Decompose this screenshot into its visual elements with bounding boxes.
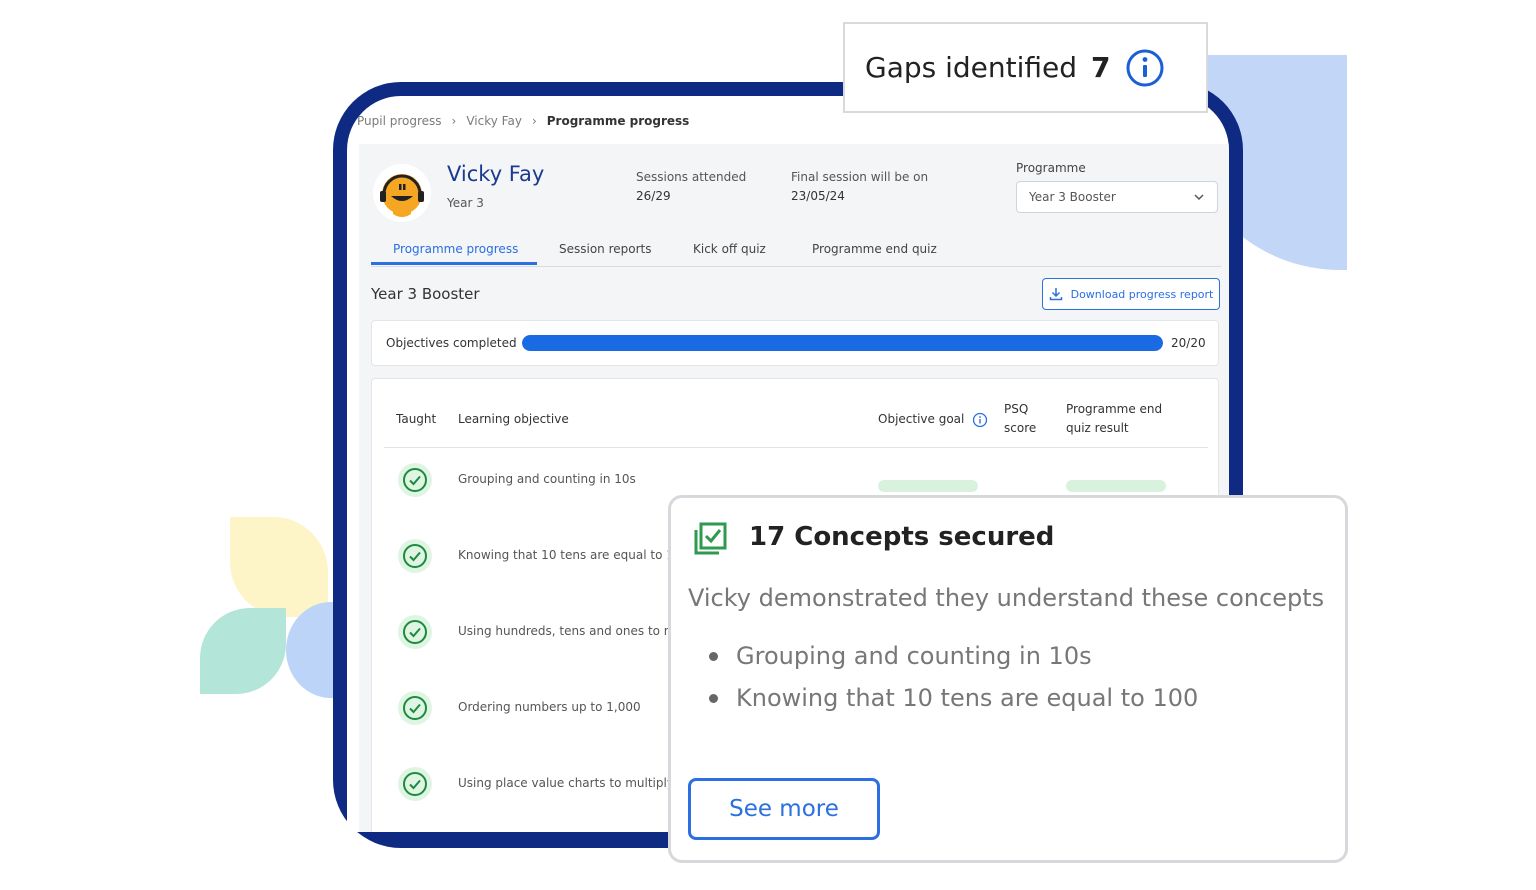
column-header-psq-score: PSQ score: [1004, 400, 1036, 438]
download-report-label: Download progress report: [1070, 287, 1214, 301]
sessions-attended-label: Sessions attended: [636, 170, 747, 184]
check-circle-icon: [398, 767, 432, 801]
concepts-secured-card: 17 Concepts secured Vicky demonstrated t…: [668, 495, 1348, 863]
pupil-year: Year 3: [447, 196, 484, 210]
column-header-learning-objective: Learning objective: [458, 412, 569, 426]
gaps-count: 7: [1091, 51, 1111, 84]
breadcrumb-item-pupil-progress[interactable]: Pupil progress: [357, 114, 442, 128]
concept-item-text: Knowing that 10 tens are equal to 100: [736, 684, 1199, 712]
robot-avatar-icon: [380, 174, 424, 217]
end-quiz-line-2: quiz result: [1066, 421, 1129, 435]
objectives-label: Objectives completed: [386, 336, 517, 350]
objectives-progress: Objectives completed 20/20: [371, 320, 1219, 366]
objectives-progress-bar: [522, 335, 1163, 351]
programme-label: Programme: [1016, 161, 1086, 175]
avatar: [373, 164, 431, 222]
pupil-name: Vicky Fay: [447, 162, 545, 186]
section-title: Year 3 Booster: [371, 285, 480, 303]
decorative-leaf-green: [200, 608, 286, 694]
bullet-icon: [709, 651, 718, 661]
concept-item: Grouping and counting in 10s: [709, 642, 1092, 670]
info-icon[interactable]: [1125, 48, 1165, 88]
chevron-down-icon: [1194, 194, 1204, 201]
check-circle-icon: [398, 463, 432, 497]
tab-session-reports[interactable]: Session reports: [559, 242, 652, 256]
download-report-button[interactable]: Download progress report: [1042, 278, 1220, 310]
decorative-leaf-yellow: [230, 517, 328, 617]
learning-objective-text: Using hundreds, tens and ones to ma: [458, 624, 683, 638]
objectives-progress-fill: [522, 335, 1163, 351]
learning-objective-text: Using place value charts to multiply a: [458, 776, 686, 790]
objectives-count: 20/20: [1171, 336, 1206, 350]
tab-kick-off-quiz[interactable]: Kick off quiz: [693, 242, 766, 256]
breadcrumb-item-pupil[interactable]: Vicky Fay: [466, 114, 522, 128]
learning-objective-text: Grouping and counting in 10s: [458, 472, 636, 486]
concepts-subtitle: Vicky demonstrated they understand these…: [688, 584, 1325, 612]
column-header-taught: Taught: [396, 412, 437, 426]
objective-goal-badge: [878, 480, 978, 492]
column-header-objective-goal: Objective goal: [878, 410, 988, 429]
header-divider: [384, 447, 1208, 448]
programme-selected-value: Year 3 Booster: [1029, 190, 1116, 204]
bullet-icon: [709, 693, 718, 703]
end-quiz-result-badge: [1066, 480, 1166, 492]
info-icon[interactable]: [972, 412, 988, 428]
learning-objective-text: Knowing that 10 tens are equal to 10: [458, 548, 682, 562]
check-circle-icon: [398, 615, 432, 649]
tab-programme-progress[interactable]: Programme progress: [393, 242, 518, 256]
sessions-attended-value: 26/29: [636, 189, 671, 203]
breadcrumb: Pupil progress › Vicky Fay › Programme p…: [357, 114, 689, 128]
see-more-button[interactable]: See more: [688, 778, 880, 840]
concept-item-text: Grouping and counting in 10s: [736, 642, 1092, 670]
psq-line-1: PSQ: [1004, 402, 1029, 416]
final-session-label: Final session will be on: [791, 170, 929, 184]
tab-programme-end-quiz[interactable]: Programme end quiz: [812, 242, 937, 256]
programme-select[interactable]: Year 3 Booster: [1016, 181, 1218, 213]
chevron-right-icon: ›: [451, 114, 457, 128]
column-header-end-quiz: Programme end quiz result: [1066, 400, 1162, 438]
end-quiz-line-1: Programme end: [1066, 402, 1163, 416]
check-circle-icon: [398, 691, 432, 725]
download-icon: [1049, 288, 1062, 301]
check-circle-icon: [398, 539, 432, 573]
gaps-identified-card: Gaps identified 7: [843, 22, 1208, 113]
learning-objective-text: Ordering numbers up to 1,000: [458, 700, 641, 714]
checklist-icon: [694, 522, 727, 555]
objective-goal-label: Objective goal: [878, 412, 965, 426]
chevron-right-icon: ›: [531, 114, 537, 128]
gaps-label: Gaps identified: [865, 51, 1078, 84]
active-tab-indicator: [371, 262, 537, 265]
breadcrumb-current: Programme progress: [546, 114, 690, 128]
psq-line-2: score: [1004, 421, 1037, 435]
concepts-title: 17 Concepts secured: [749, 522, 1055, 552]
tab-bar: Programme progress Session reports Kick …: [371, 232, 1221, 267]
concept-item: Knowing that 10 tens are equal to 100: [709, 684, 1198, 712]
final-session-value: 23/05/24: [791, 189, 845, 203]
